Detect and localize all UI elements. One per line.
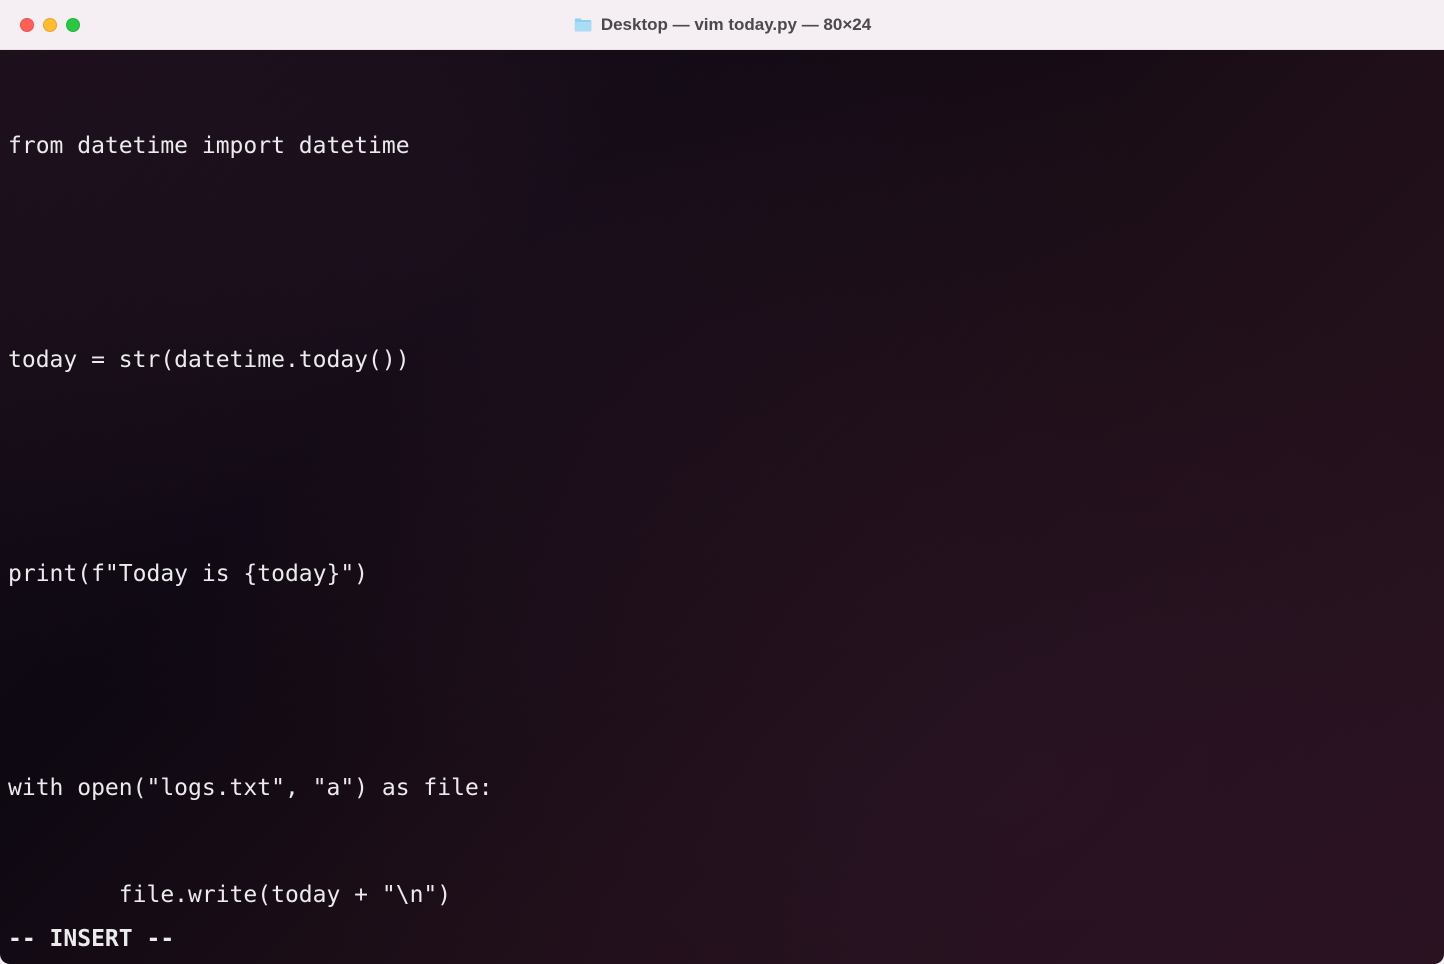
close-button[interactable] bbox=[20, 18, 34, 32]
code-line bbox=[8, 450, 1436, 486]
code-line: with open("logs.txt", "a") as file: bbox=[8, 771, 1436, 807]
code-line: file.write(today + "\n") bbox=[8, 878, 1436, 914]
traffic-lights bbox=[20, 18, 80, 32]
titlebar: Desktop — vim today.py — 80×24 bbox=[0, 0, 1444, 50]
code-line: today = str(datetime.today()) bbox=[8, 343, 1436, 379]
terminal-area[interactable]: from datetime import datetime today = st… bbox=[0, 50, 1444, 964]
maximize-button[interactable] bbox=[66, 18, 80, 32]
code-line: print(f"Today is {today}") bbox=[8, 557, 1436, 593]
folder-icon bbox=[573, 17, 593, 33]
window-title-container: Desktop — vim today.py — 80×24 bbox=[573, 15, 871, 35]
code-line bbox=[8, 236, 1436, 272]
terminal-window: Desktop — vim today.py — 80×24 from date… bbox=[0, 0, 1444, 964]
editor-content[interactable]: from datetime import datetime today = st… bbox=[8, 58, 1436, 964]
code-line: from datetime import datetime bbox=[8, 129, 1436, 165]
window-title: Desktop — vim today.py — 80×24 bbox=[601, 15, 871, 35]
code-line bbox=[8, 664, 1436, 700]
minimize-button[interactable] bbox=[43, 18, 57, 32]
vim-status-line: -- INSERT -- bbox=[8, 922, 174, 958]
